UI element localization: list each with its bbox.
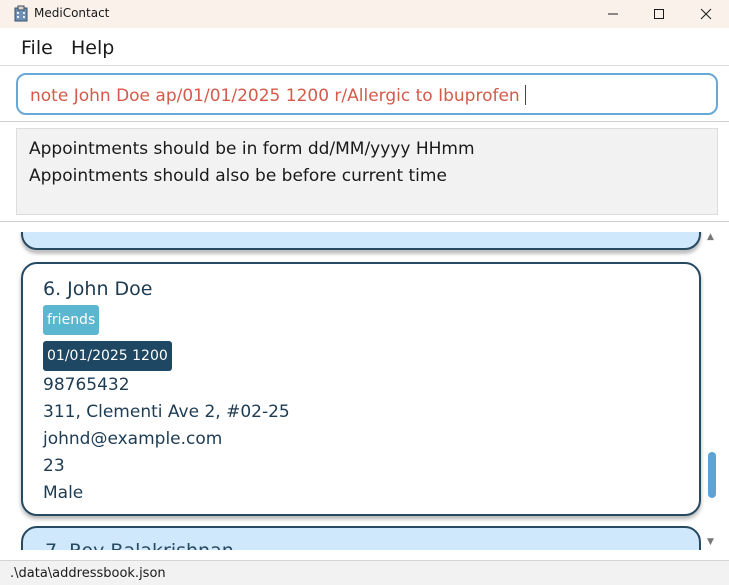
contact-list[interactable]: 6. John Doe friends 01/01/2025 1200 9876… xyxy=(10,232,704,550)
result-area: Appointments should be in form dd/MM/yyy… xyxy=(0,122,729,220)
text-caret xyxy=(524,85,526,105)
maximize-icon xyxy=(654,9,664,19)
window-title: MediContact xyxy=(34,6,110,20)
contact-name-next: 7. Roy Balakrishnan xyxy=(45,540,234,550)
menu-file[interactable]: File xyxy=(21,37,53,59)
contact-name: 6. John Doe xyxy=(43,278,153,300)
app-icon xyxy=(14,5,28,22)
minimize-button[interactable] xyxy=(590,0,636,28)
result-display[interactable]: Appointments should be in form dd/MM/yyy… xyxy=(16,128,718,215)
appointment-badge: 01/01/2025 1200 xyxy=(43,341,172,371)
close-button[interactable] xyxy=(683,0,729,28)
tag-badge: friends xyxy=(43,305,100,335)
result-line-2: Appointments should also be before curre… xyxy=(29,166,447,186)
command-text: note John Doe ap/01/01/2025 1200 r/Aller… xyxy=(30,86,520,106)
status-bar: .\data\addressbook.json xyxy=(0,560,729,585)
maximize-button[interactable] xyxy=(636,0,682,28)
command-input[interactable]: note John Doe ap/01/01/2025 1200 r/Aller… xyxy=(16,73,718,115)
title-bar: MediContact xyxy=(0,0,729,28)
menu-help[interactable]: Help xyxy=(71,37,114,59)
contact-address: 311, Clementi Ave 2, #02-25 xyxy=(43,402,290,422)
scroll-down-icon[interactable]: ▼ xyxy=(707,537,714,547)
command-area: note John Doe ap/01/01/2025 1200 r/Aller… xyxy=(0,67,729,120)
result-line-1: Appointments should be in form dd/MM/yyy… xyxy=(29,139,475,159)
file-path: .\data\addressbook.json xyxy=(10,566,166,581)
contact-card-next[interactable]: 7. Roy Balakrishnan xyxy=(21,526,701,550)
contact-card-previous[interactable] xyxy=(21,232,701,250)
divider xyxy=(0,221,729,222)
scroll-up-icon[interactable]: ▲ xyxy=(707,232,714,242)
contact-gender: Male xyxy=(43,483,84,503)
scroll-thumb[interactable] xyxy=(708,452,716,498)
close-icon xyxy=(700,8,712,20)
contact-email: johnd@example.com xyxy=(43,429,223,449)
menu-bar: File Help xyxy=(0,28,729,66)
contact-phone: 98765432 xyxy=(43,375,130,395)
scrollbar[interactable]: ▲ ▼ xyxy=(704,232,720,550)
contact-age: 23 xyxy=(43,456,65,476)
minimize-icon xyxy=(608,13,618,15)
contact-card[interactable]: 6. John Doe friends 01/01/2025 1200 9876… xyxy=(21,262,701,516)
